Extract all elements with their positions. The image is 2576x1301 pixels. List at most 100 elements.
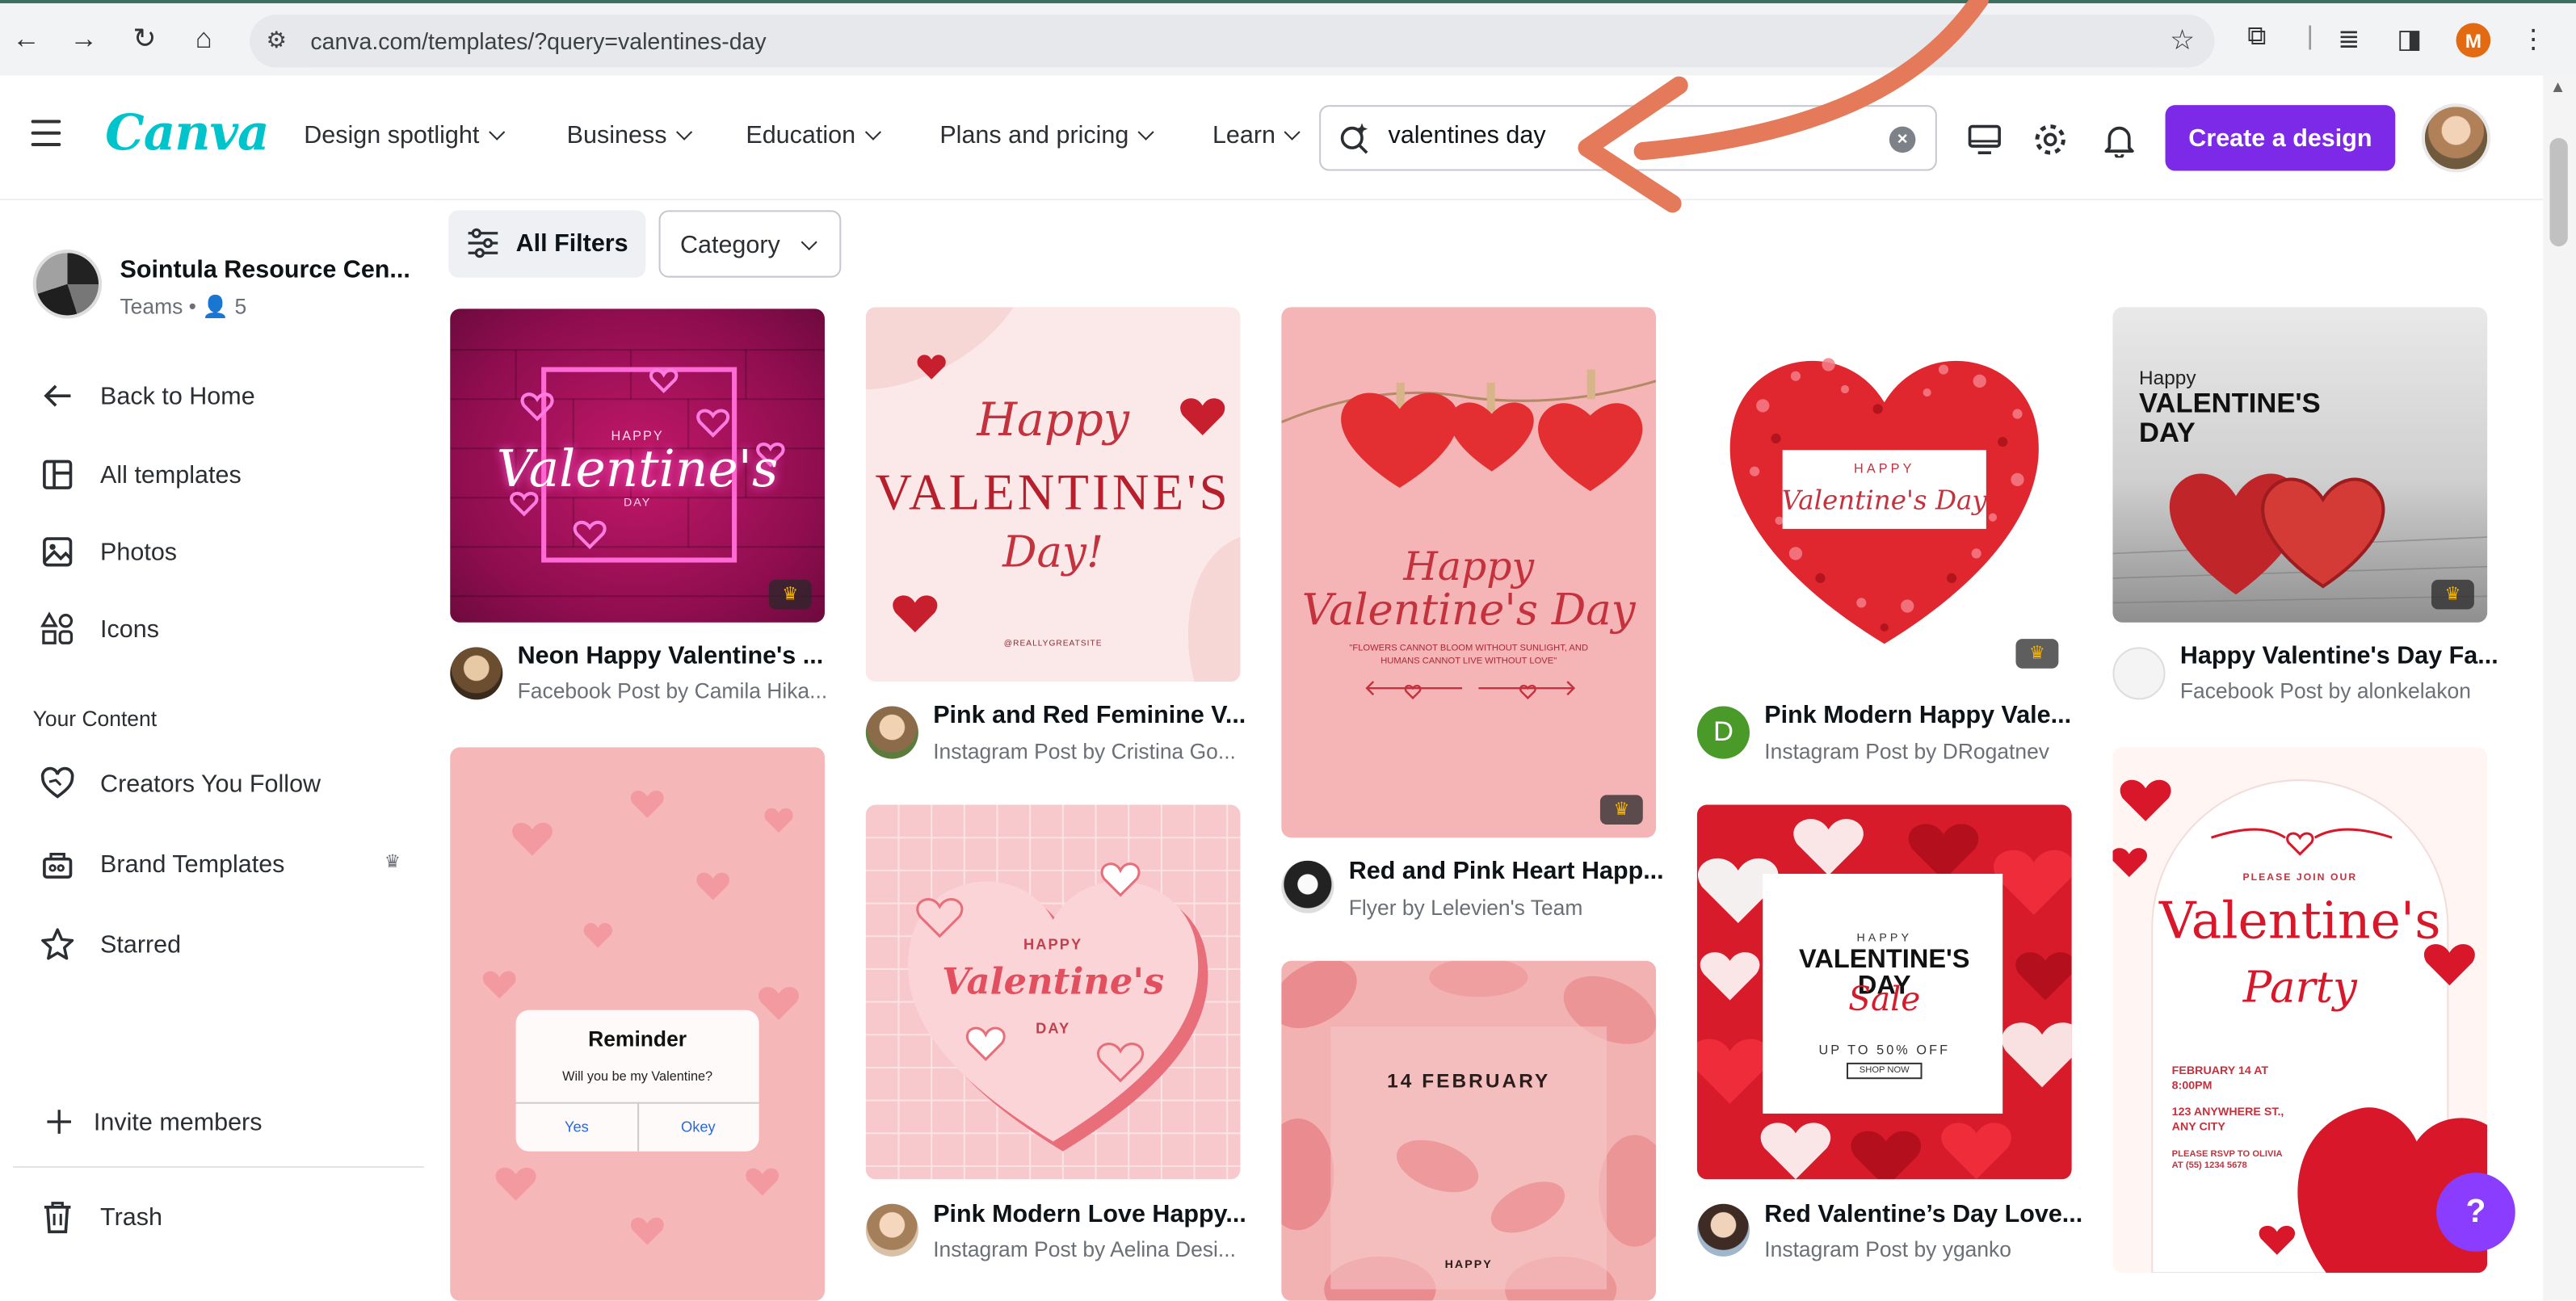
card-title[interactable]: Pink and Red Feminine V...: [933, 701, 1246, 729]
creator-avatar[interactable]: [865, 1203, 918, 1257]
clear-search-icon[interactable]: ×: [1889, 126, 1916, 153]
card-title[interactable]: Red Valentine’s Day Love...: [1764, 1201, 2082, 1229]
sidebar-label: Back to Home: [100, 381, 255, 410]
creator-avatar[interactable]: [2112, 647, 2166, 700]
nav-label: Learn: [1212, 121, 1275, 150]
arrow-left-icon: [44, 384, 71, 407]
template-thumb-sale[interactable]: HAPPY VALENTINE'S DAY Sale UP TO 50% OFF…: [1696, 804, 2072, 1180]
site-settings-icon[interactable]: ⚙: [266, 27, 287, 55]
thumb-text: PLEASE JOIN OUR: [2242, 873, 2358, 884]
team-avatar[interactable]: [32, 250, 103, 319]
heart-handshake-icon: [40, 766, 74, 799]
card-subtitle[interactable]: Instagram Post by DRogatnev: [1764, 739, 2049, 764]
sidebar-label: Trash: [100, 1202, 162, 1232]
extensions-icon[interactable]: ⧉: [2247, 23, 2266, 52]
card-subtitle[interactable]: Flyer by Lelevien's Team: [1349, 895, 1583, 920]
sidebar-item-creators[interactable]: Creators You Follow: [40, 762, 321, 805]
card-title[interactable]: Pink Modern Happy Vale...: [1764, 701, 2071, 729]
sidebar-item-starred[interactable]: Starred: [40, 923, 181, 966]
team-name[interactable]: Sointula Resource Cen...: [120, 256, 410, 284]
gear-icon[interactable]: [2032, 122, 2069, 158]
creator-avatar[interactable]: [1696, 1203, 1750, 1257]
reload-icon[interactable]: ↻: [124, 18, 166, 61]
scroll-up-icon[interactable]: ▲: [2549, 79, 2565, 97]
thumb-text: Day!: [1002, 528, 1104, 578]
template-thumb-pink-red[interactable]: Happy VALENTINE'S Day! @REALLYGREATSITE: [865, 307, 1241, 682]
chevron-down-icon: [1137, 124, 1154, 141]
card-title[interactable]: Happy Valentine's Day Fa...: [2180, 642, 2498, 670]
card-subtitle[interactable]: Facebook Post by alonkelakon: [2180, 678, 2471, 703]
nav-design-spotlight[interactable]: Design spotlight: [304, 121, 505, 150]
card-subtitle[interactable]: Facebook Post by Camila Hika...: [518, 678, 828, 703]
sidebar-label: Starred: [100, 930, 182, 959]
page-scrollbar[interactable]: ▲: [2543, 75, 2576, 1301]
all-filters-button[interactable]: All Filters: [448, 210, 646, 278]
create-design-button[interactable]: Create a design: [2165, 105, 2396, 171]
browser-profile-avatar[interactable]: M: [2456, 23, 2491, 58]
thumb-text: HAPPY: [1444, 1259, 1493, 1272]
media-queue-icon[interactable]: ≣: [2338, 23, 2360, 56]
card-title[interactable]: Red and Pink Heart Happ...: [1349, 858, 1664, 886]
creator-avatar[interactable]: D: [1696, 706, 1750, 759]
back-arrow-icon[interactable]: ←: [5, 18, 48, 61]
desktop-app-icon[interactable]: [1966, 122, 2002, 158]
creator-avatar[interactable]: [865, 706, 918, 759]
scrollbar-thumb[interactable]: [2549, 137, 2568, 247]
card-subtitle[interactable]: Instagram Post by Aelina Desi...: [933, 1236, 1236, 1261]
nav-label: Design spotlight: [304, 121, 480, 150]
help-button[interactable]: ?: [2436, 1173, 2515, 1252]
sidebar-item-trash[interactable]: Trash: [40, 1196, 162, 1239]
reminder-okay: Okey: [680, 1118, 716, 1135]
thumb-text: UP TO 50% OFF: [1818, 1043, 1951, 1058]
bookmark-star-icon[interactable]: ☆: [2170, 25, 2195, 58]
card-title[interactable]: Pink Modern Love Happy...: [933, 1201, 1246, 1229]
user-avatar[interactable]: [2421, 103, 2491, 173]
star-icon: [41, 928, 74, 960]
search-box[interactable]: ×: [1319, 105, 1937, 171]
card-subtitle[interactable]: Instagram Post by yganko: [1764, 1236, 2011, 1261]
sidebar-label: Invite members: [93, 1107, 263, 1136]
category-label: Category: [679, 231, 780, 260]
template-thumb-neon[interactable]: HAPPY Valentine's DAY ♛: [450, 308, 825, 623]
browser-menu-icon[interactable]: ⋮: [2520, 23, 2547, 56]
template-thumb-party[interactable]: PLEASE JOIN OUR Valentine's Party FEBRUA…: [2112, 747, 2488, 1274]
thumb-text: @REALLYGREATSITE: [1003, 639, 1103, 649]
template-thumb-reminder[interactable]: Reminder Will you be my Valentine? Yes O…: [450, 747, 825, 1301]
sidebar-item-brand-templates[interactable]: Brand Templates: [40, 842, 285, 885]
template-thumb-petals[interactable]: 14 FEBRUARY HAPPY: [1281, 960, 1657, 1301]
home-icon[interactable]: ⌂: [183, 18, 225, 61]
sidebar-item-photos[interactable]: Photos: [40, 531, 177, 573]
nav-plans-pricing[interactable]: Plans and pricing: [939, 121, 1154, 150]
canva-header: Canva Design spotlight Business Educatio…: [0, 75, 2544, 201]
template-thumb-grid-heart[interactable]: HAPPY Valentine's DAY: [865, 804, 1241, 1180]
template-thumb-heart-mosaic[interactable]: HAPPY Valentine's Day ♛: [1696, 307, 2072, 682]
url-text[interactable]: canva.com/templates/?query=valentines-da…: [310, 28, 766, 55]
sidebar-item-icons[interactable]: Icons: [40, 608, 159, 651]
thumb-text: Happy: [977, 392, 1130, 447]
card-subtitle[interactable]: Instagram Post by Cristina Go...: [933, 739, 1236, 764]
sidebar-item-back-home[interactable]: Back to Home: [40, 375, 255, 418]
template-thumb-wood-hearts[interactable]: Happy VALENTINE'S DAY ♛: [2112, 307, 2488, 623]
nav-business[interactable]: Business: [567, 122, 692, 149]
nav-education[interactable]: Education: [746, 122, 881, 149]
nav-learn[interactable]: Learn: [1212, 121, 1301, 150]
search-input[interactable]: [1388, 121, 1881, 150]
canva-logo[interactable]: Canva: [105, 105, 269, 162]
address-bar[interactable]: ⚙ canva.com/templates/?query=valentines-…: [250, 15, 2215, 68]
notification-bell-icon[interactable]: [2101, 122, 2137, 158]
category-dropdown[interactable]: Category: [658, 210, 842, 278]
card-title[interactable]: Neon Happy Valentine's ...: [518, 642, 824, 670]
separator: |: [2306, 23, 2313, 52]
forward-arrow-icon[interactable]: →: [62, 18, 105, 61]
creator-avatar[interactable]: [450, 647, 503, 700]
invite-members-button[interactable]: Invite members: [43, 1101, 263, 1144]
nav-label: Plans and pricing: [939, 121, 1129, 150]
reminder-title: Reminder: [588, 1026, 687, 1051]
template-thumb-flyer[interactable]: Happy Valentine's Day "FLOWERS CANNOT BL…: [1281, 307, 1657, 838]
crown-icon: ♛: [2431, 579, 2474, 610]
wood-hearts: [2112, 473, 2488, 604]
hamburger-menu-icon[interactable]: [31, 120, 61, 147]
creator-avatar[interactable]: [1281, 860, 1334, 913]
side-panel-icon[interactable]: ◨: [2397, 23, 2422, 56]
sidebar-item-all-templates[interactable]: All templates: [40, 453, 242, 496]
